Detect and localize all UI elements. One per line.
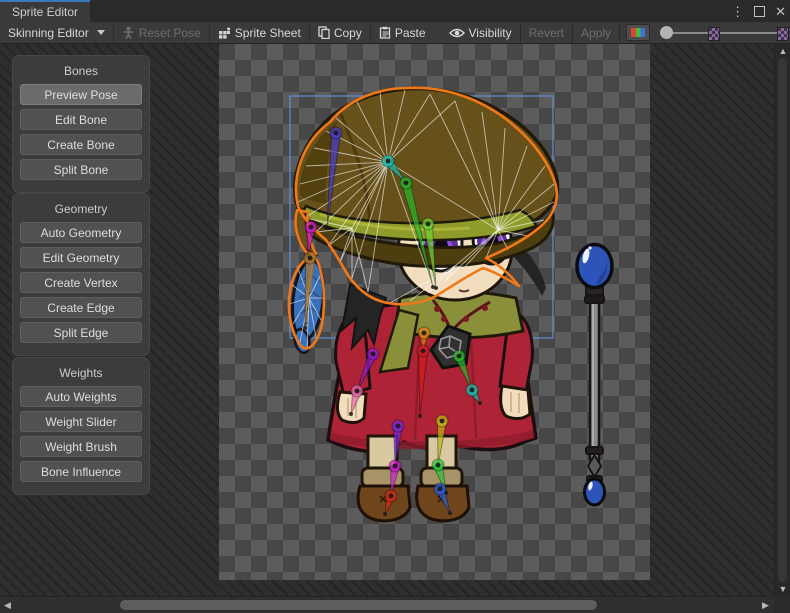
bone-influence-button[interactable]: Bone Influence (20, 461, 142, 482)
rgb-swatch-icon (631, 28, 645, 37)
sprite-alpha-icon (708, 27, 720, 41)
scrollbar-corner (774, 596, 790, 613)
close-icon[interactable]: ✕ (775, 5, 786, 18)
staff-sprite[interactable] (577, 245, 612, 506)
preview-pose-button[interactable]: Preview Pose (20, 84, 142, 105)
title-bar: Sprite Editor ⋮ ✕ (0, 0, 790, 22)
copy-icon (318, 26, 330, 39)
bone-color-swatch-button[interactable] (626, 24, 650, 41)
character-sprite[interactable] (289, 89, 558, 521)
create-vertex-button[interactable]: Create Vertex (20, 272, 142, 293)
panel-title: Geometry (13, 199, 149, 222)
auto-weights-button[interactable]: Auto Weights (20, 386, 142, 407)
vertical-scrollbar[interactable]: ▲ ▼ (774, 44, 790, 596)
panel-title: Bones (13, 61, 149, 84)
reset-pose-button[interactable]: Reset Pose (114, 22, 209, 44)
maximize-icon[interactable] (754, 6, 765, 17)
panel-bones: BonesPreview Pose Edit Bone Create Bone Spl… (12, 55, 150, 193)
sprite-sheet-icon (218, 26, 231, 39)
sprite-editor-window: Sprite Editor ⋮ ✕ Skinning Editor Reset … (0, 0, 790, 613)
paste-button[interactable]: Paste (371, 22, 434, 44)
chevron-down-icon (97, 30, 105, 35)
apply-button[interactable]: Apply (573, 22, 619, 44)
tab-label: Sprite Editor (12, 5, 78, 19)
eye-icon (449, 27, 465, 39)
scroll-right-icon[interactable]: ▶ (762, 599, 769, 611)
sprite-canvas[interactable] (219, 44, 650, 580)
canvas-right-gutter (650, 44, 774, 596)
create-edge-button[interactable]: Create Edge (20, 297, 142, 318)
sprite-sheet-button[interactable]: Sprite Sheet (210, 22, 309, 44)
split-edge-button[interactable]: Split Edge (20, 322, 142, 343)
toolbar: Skinning Editor Reset Pose Sprite Sheet (0, 22, 790, 44)
edit-bone-button[interactable]: Edit Bone (20, 109, 142, 130)
panel-geometry: GeometryAuto Geometry Edit Geometry Create… (12, 193, 150, 356)
panel-weights: WeightsAuto Weights Weight Slider Weight B… (12, 357, 150, 495)
tool-sidebar: BonesPreview Pose Edit Bone Create Bone Spl… (0, 44, 219, 596)
split-bone-button[interactable]: Split Bone (20, 159, 142, 180)
scroll-down-icon[interactable]: ▼ (775, 584, 790, 594)
window-menu-icon[interactable]: ⋮ (731, 5, 744, 18)
panel-title: Weights (13, 363, 149, 386)
horizontal-scroll-thumb[interactable] (120, 600, 597, 610)
horizontal-scrollbar[interactable]: ◀ ▶ (0, 596, 790, 613)
reset-pose-icon (122, 26, 135, 39)
vertical-scroll-thumb[interactable] (778, 58, 787, 582)
mesh-opacity-slider[interactable] (656, 22, 788, 44)
scroll-left-icon[interactable]: ◀ (4, 599, 11, 611)
paste-icon (379, 26, 391, 39)
mesh-alpha-icon (777, 27, 789, 41)
slider-handle[interactable] (660, 26, 673, 39)
canvas-viewport[interactable] (219, 44, 650, 580)
visibility-button[interactable]: Visibility (441, 22, 520, 44)
auto-geometry-button[interactable]: Auto Geometry (20, 222, 142, 243)
copy-button[interactable]: Copy (310, 22, 370, 44)
slider-track[interactable] (662, 32, 784, 34)
scroll-up-icon[interactable]: ▲ (775, 46, 790, 56)
weight-brush-button[interactable]: Weight Brush (20, 436, 142, 457)
tab-sprite-editor[interactable]: Sprite Editor (0, 0, 90, 22)
create-bone-button[interactable]: Create Bone (20, 134, 142, 155)
revert-button[interactable]: Revert (521, 22, 572, 44)
edit-geometry-button[interactable]: Edit Geometry (20, 247, 142, 268)
mode-dropdown[interactable]: Skinning Editor (0, 22, 113, 44)
weight-slider-button[interactable]: Weight Slider (20, 411, 142, 432)
canvas-lower-gutter (219, 580, 650, 596)
